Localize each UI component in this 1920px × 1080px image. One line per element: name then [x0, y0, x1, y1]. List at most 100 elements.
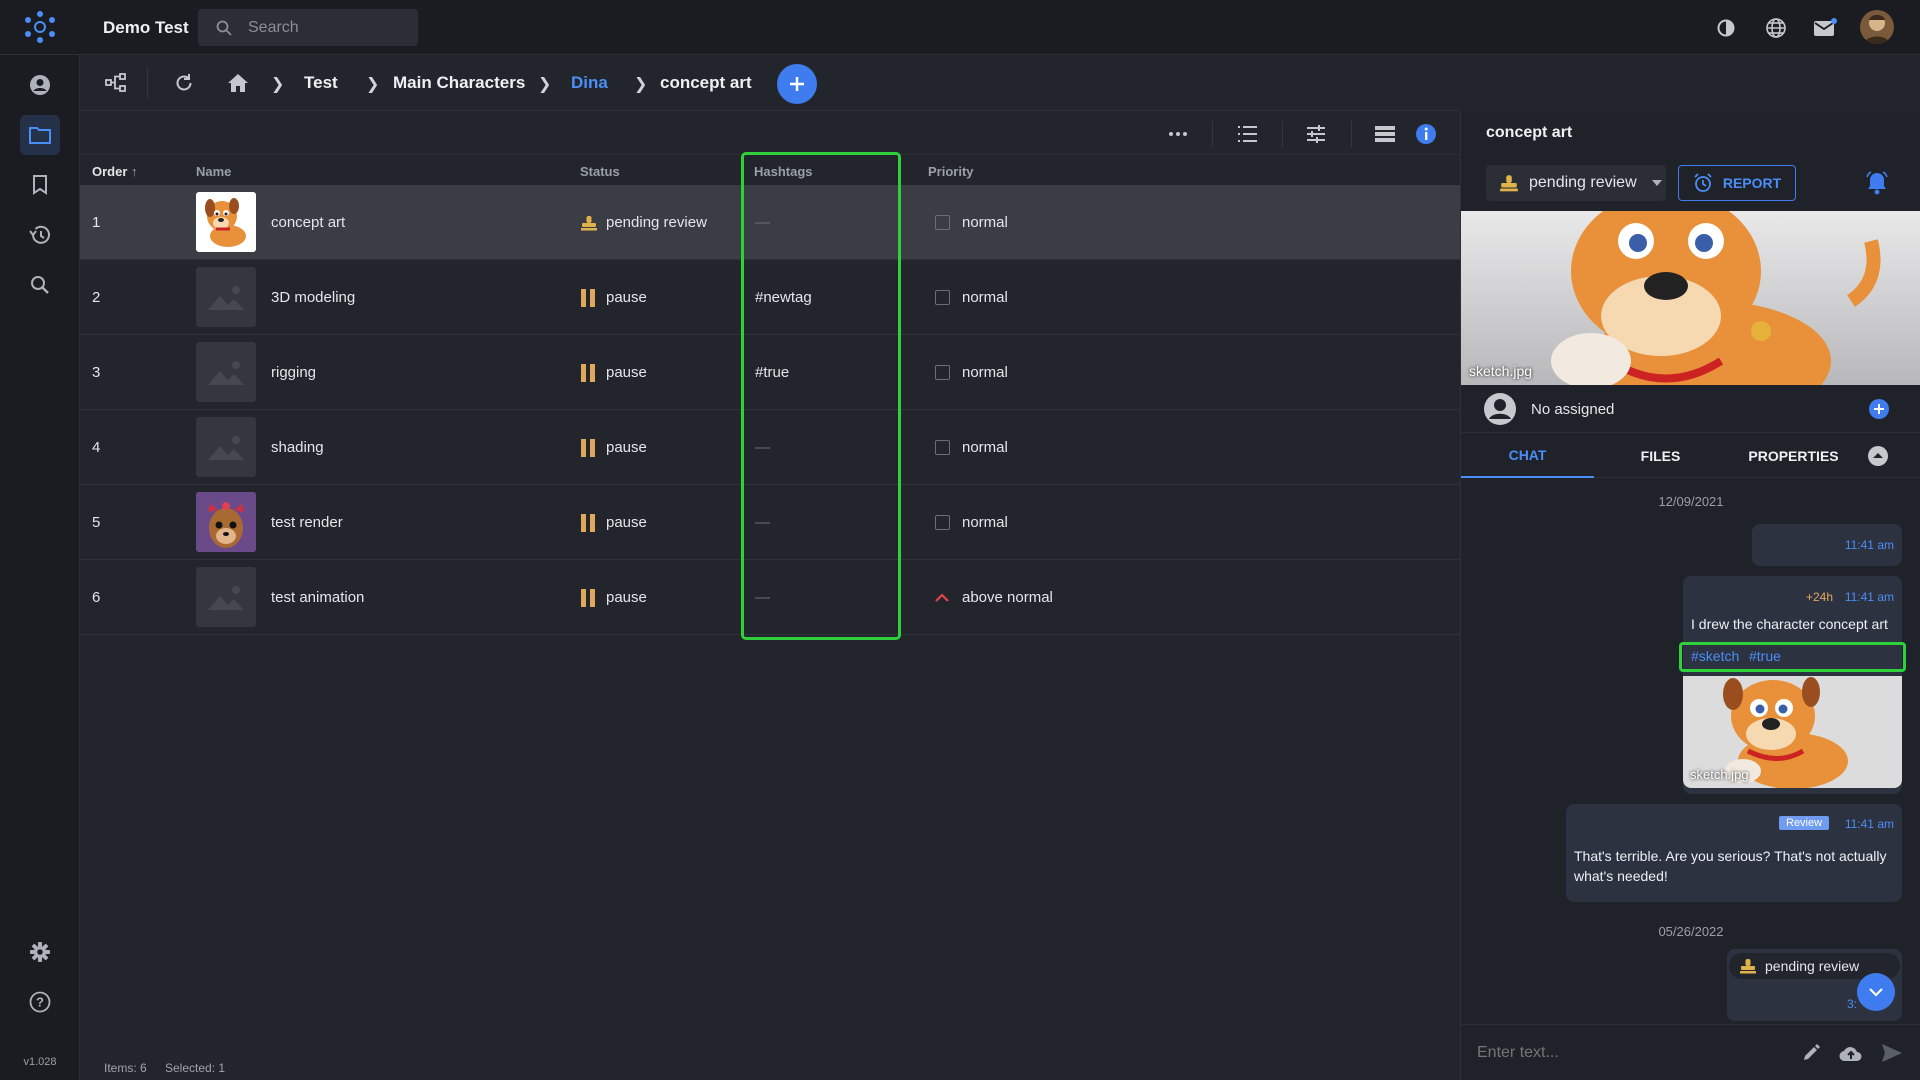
preview-image[interactable]: sketch.jpg: [1461, 211, 1920, 385]
message-hashtag[interactable]: #sketch: [1691, 648, 1739, 664]
profile-icon[interactable]: [20, 65, 60, 105]
search-input[interactable]: Search: [198, 9, 418, 46]
cloud-upload-icon[interactable]: [1839, 1044, 1863, 1062]
row-name: shading: [271, 439, 324, 456]
collapse-icon[interactable]: [1867, 445, 1889, 467]
message-image[interactable]: sketch.jpg: [1683, 676, 1902, 788]
column-header-name[interactable]: Name: [196, 164, 231, 179]
scroll-to-bottom-button[interactable]: [1857, 973, 1895, 1011]
pause-icon: [581, 363, 595, 382]
row-order: 1: [92, 214, 101, 231]
app-logo-icon[interactable]: [20, 9, 60, 45]
message-time: 3:: [1847, 997, 1858, 1011]
row-name: 3D modeling: [271, 289, 356, 306]
tab-properties[interactable]: PROPERTIES: [1727, 433, 1860, 478]
breadcrumb-test[interactable]: Test: [304, 73, 338, 93]
breadcrumb-main-characters[interactable]: Main Characters: [393, 73, 525, 93]
table-view-icon[interactable]: [1372, 121, 1398, 147]
chat-message[interactable]: +24h 11:41 am I drew the character conce…: [1679, 576, 1906, 794]
row-status[interactable]: pause: [580, 335, 647, 410]
home-icon[interactable]: [223, 68, 253, 98]
tab-files[interactable]: FILES: [1594, 433, 1727, 478]
assignee-row[interactable]: No assigned: [1461, 385, 1920, 433]
message-time: 11:41 am: [1844, 538, 1894, 552]
tab-chat[interactable]: CHAT: [1461, 433, 1594, 478]
row-name: concept art: [271, 214, 346, 231]
row-order: 4: [92, 439, 101, 456]
preview-filename: sketch.jpg: [1469, 363, 1533, 379]
history-icon[interactable]: [20, 215, 60, 255]
bookmark-icon[interactable]: [20, 165, 60, 205]
row-status[interactable]: pause: [580, 410, 647, 485]
notification-bell-icon[interactable]: [1863, 169, 1891, 197]
pause-icon: [581, 438, 595, 457]
search-placeholder: Search: [248, 19, 299, 36]
filter-sliders-icon[interactable]: [1303, 121, 1329, 147]
row-priority[interactable]: normal: [935, 260, 1008, 335]
help-icon[interactable]: ?: [20, 982, 60, 1022]
row-status[interactable]: pause: [580, 485, 647, 560]
priority-checkbox[interactable]: [935, 515, 950, 530]
image-placeholder-icon: [196, 417, 256, 477]
chevron-down-icon: [1869, 987, 1883, 997]
info-icon[interactable]: [1413, 121, 1439, 147]
projects-folder-icon[interactable]: [20, 115, 60, 155]
row-priority[interactable]: normal: [935, 335, 1008, 410]
row-priority[interactable]: normal: [935, 185, 1008, 260]
more-options-icon[interactable]: [1165, 121, 1191, 147]
project-name[interactable]: Demo Test: [103, 18, 189, 38]
list-view-icon[interactable]: [1234, 121, 1260, 147]
row-priority[interactable]: above normal: [935, 560, 1053, 635]
chat-message[interactable]: 11:41 am: [1752, 524, 1902, 566]
panel-title: concept art: [1486, 124, 1573, 141]
settings-gear-icon[interactable]: [20, 932, 60, 972]
column-header-priority[interactable]: Priority: [928, 164, 974, 179]
row-priority[interactable]: normal: [935, 410, 1008, 485]
priority-checkbox[interactable]: [935, 215, 950, 230]
report-button[interactable]: REPORT: [1678, 165, 1796, 201]
chat-date: 05/26/2022: [1658, 924, 1724, 939]
add-assignee-icon[interactable]: [1869, 399, 1889, 419]
status-bar: Items: 6 Selected: 1: [80, 1055, 1460, 1080]
image-placeholder-icon: [196, 267, 256, 327]
search-icon[interactable]: [20, 265, 60, 305]
chat-message[interactable]: Review 11:41 am That's terrible. Are you…: [1566, 804, 1902, 902]
breadcrumb-separator: ❯: [634, 76, 648, 93]
review-badge: Review: [1779, 816, 1830, 830]
message-text: I drew the character concept art: [1691, 616, 1888, 632]
user-avatar[interactable]: [1860, 10, 1894, 44]
row-name: test render: [271, 514, 343, 531]
mail-icon[interactable]: [1810, 13, 1840, 43]
user-avatar-icon: [1484, 393, 1516, 425]
row-status[interactable]: pause: [580, 260, 647, 335]
priority-checkbox[interactable]: [935, 365, 950, 380]
column-header-status[interactable]: Status: [580, 164, 620, 179]
stamp-icon: [581, 215, 597, 230]
pencil-icon[interactable]: [1801, 1043, 1821, 1063]
search-icon: [216, 20, 232, 36]
add-task-button[interactable]: [777, 64, 817, 104]
message-hashtag[interactable]: #true: [1749, 648, 1781, 664]
priority-checkbox[interactable]: [935, 440, 950, 455]
hierarchy-icon[interactable]: [101, 68, 131, 98]
breadcrumb-separator: ❯: [538, 76, 552, 93]
chat-input[interactable]: [1477, 1037, 1777, 1069]
row-status[interactable]: pause: [580, 560, 647, 635]
row-priority[interactable]: normal: [935, 485, 1008, 560]
globe-icon[interactable]: [1761, 13, 1791, 43]
column-header-order[interactable]: Order ↑: [92, 164, 138, 179]
items-count: Items: 6: [104, 1061, 147, 1075]
refresh-icon[interactable]: [169, 68, 199, 98]
breadcrumb-separator: ❯: [366, 76, 380, 93]
pause-icon: [581, 288, 595, 307]
priority-checkbox[interactable]: [935, 290, 950, 305]
theme-toggle-icon[interactable]: [1711, 13, 1741, 43]
send-icon[interactable]: [1881, 1043, 1903, 1063]
assignee-name: No assigned: [1531, 401, 1615, 418]
message-text: That's terrible. Are you serious? That's…: [1574, 848, 1887, 884]
row-order: 5: [92, 514, 101, 531]
status-dropdown[interactable]: pending review: [1486, 165, 1666, 201]
row-status[interactable]: pending review: [580, 185, 707, 260]
details-panel: concept art pending review REPORT sketch…: [1460, 111, 1920, 1080]
breadcrumb-dina[interactable]: Dina: [571, 73, 608, 93]
